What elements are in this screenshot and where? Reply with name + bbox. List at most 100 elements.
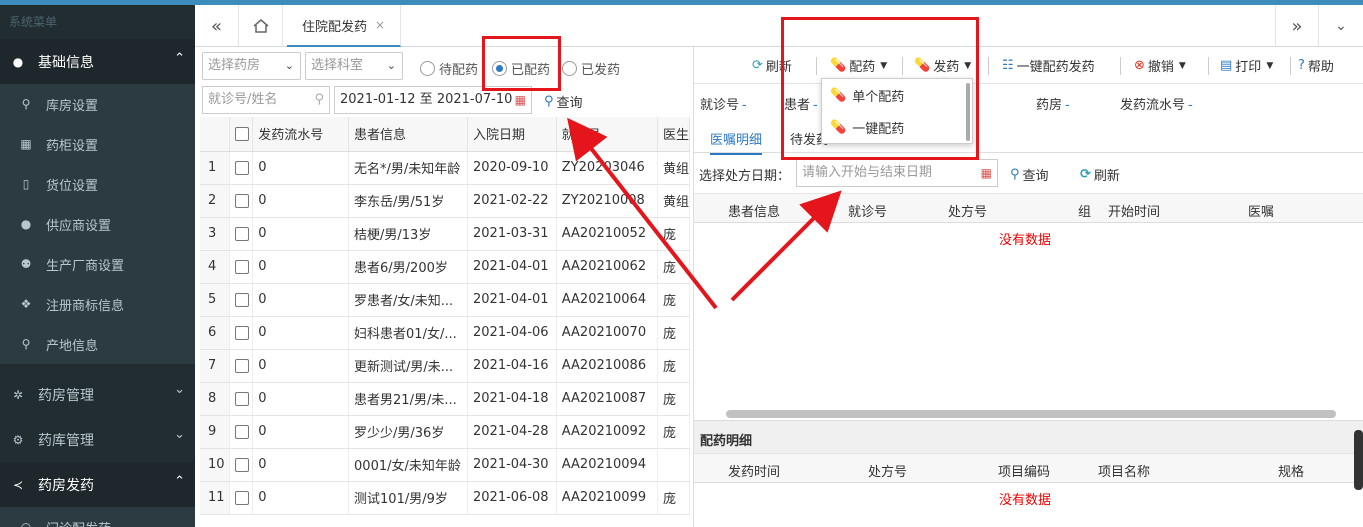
table-row[interactable]: 1 0 无名*/男/未知年龄 2020-09-10 ZY20203046 黄组 <box>200 151 691 185</box>
row-number: 2 <box>200 184 230 218</box>
tab-inpatient-dispensing[interactable]: 住院配发药 × <box>287 5 401 47</box>
horizontal-scrollbar[interactable] <box>726 410 1336 418</box>
row-checkbox[interactable] <box>229 415 254 449</box>
table-row[interactable]: 11 0 测试101/男/9岁 2021-06-08 AA20210099 庞 <box>200 481 691 515</box>
row-checkbox[interactable] <box>229 283 254 317</box>
column-header[interactable]: 入院日期 <box>467 117 557 152</box>
search-input[interactable]: 就诊号/姓名 ⚲ <box>202 86 330 114</box>
sidebar-group-warehouse-mgmt[interactable]: ⚙ 药库管理 ⌄ <box>0 417 195 462</box>
detail-panel: ⟳ 刷新 💊 配药 ▼ 💊 发药 ▼ ☷ 一键配药发药 ⊗ 撤销 ▼ ▤ 打印 <box>693 47 1363 527</box>
checkbox[interactable] <box>234 490 249 505</box>
table-row[interactable]: 3 0 桔梗/男/13岁 2021-03-31 AA20210052 庞 <box>200 217 691 251</box>
column-header[interactable]: 就诊号 <box>556 117 658 152</box>
table-row[interactable]: 2 0 李东岳/男/51岁 2021-02-22 ZY20210008 黄组 <box>200 184 691 218</box>
column-header[interactable]: 患者信息 <box>728 201 780 220</box>
column-header[interactable]: 发药流水号 <box>252 117 350 152</box>
sidebar-group-basic-info[interactable]: ● 基础信息 ⌃ <box>0 39 195 84</box>
department-select[interactable]: 选择科室 ⌄ <box>305 52 403 80</box>
sidebar-group-pharmacy-mgmt[interactable]: ✲ 药房管理 ⌄ <box>0 372 195 417</box>
query-button[interactable]: ⚲ 查询 <box>544 92 583 111</box>
column-header[interactable]: 开始时间 <box>1108 201 1160 220</box>
menu-item-single-prepare[interactable]: 💊 单个配药 <box>822 79 972 111</box>
checkbox[interactable] <box>234 391 249 406</box>
prescription-query-button[interactable]: ⚲ 查询 <box>1010 165 1049 184</box>
tabs-menu-button[interactable]: ⌄ <box>1319 5 1363 47</box>
row-checkbox[interactable] <box>229 184 254 218</box>
prepare-dropdown-button[interactable]: 💊 配药 ▼ <box>830 56 887 75</box>
table-row[interactable]: 8 0 患者男21/男/未... 2021-04-18 AA20210087 庞 <box>200 382 691 416</box>
checkbox[interactable] <box>234 292 249 307</box>
sidebar-item-origin[interactable]: ⚲ 产地信息 <box>0 324 195 364</box>
page-scrollbar[interactable] <box>1354 430 1363 490</box>
column-header[interactable]: 项目编码 <box>998 461 1050 480</box>
help-button[interactable]: ? 帮助 <box>1298 56 1334 75</box>
row-checkbox[interactable] <box>229 382 254 416</box>
column-header[interactable]: 医生 <box>657 117 691 152</box>
column-header[interactable]: 发药时间 <box>728 461 780 480</box>
column-header[interactable]: 处方号 <box>868 461 907 480</box>
info-pharmacy: 药房 - <box>1036 94 1070 113</box>
sidebar-item-supplier[interactable]: ● 供应商设置 <box>0 204 195 244</box>
column-header[interactable]: 项目名称 <box>1098 461 1150 480</box>
checkbox[interactable] <box>234 358 249 373</box>
menu-scrollbar[interactable] <box>966 83 970 141</box>
column-header[interactable]: 就诊号 <box>848 201 887 220</box>
row-checkbox[interactable] <box>229 217 254 251</box>
radio-prepared[interactable]: 已配药 <box>492 59 550 78</box>
visit-no-cell: AA20210064 <box>556 283 658 317</box>
row-checkbox[interactable] <box>229 481 254 515</box>
checkbox[interactable] <box>234 424 249 439</box>
sidebar-group-dispensing[interactable]: ≺ 药房发药 ⌃ <box>0 462 195 507</box>
sidebar-item-trademark[interactable]: ❖ 注册商标信息 <box>0 284 195 324</box>
column-header[interactable]: 处方号 <box>948 201 987 220</box>
table-row[interactable]: 10 0 0001/女/未知年龄 2021-04-30 AA20210094 <box>200 448 691 482</box>
prescription-date-input[interactable]: 请输入开始与结束日期 ▦ <box>796 159 998 187</box>
select-all-checkbox[interactable] <box>229 117 254 152</box>
date-range-input[interactable]: 2021-01-12 至 2021-07-10 ▦ <box>334 86 532 114</box>
tabs-prev-button[interactable]: « <box>195 5 239 47</box>
admission-date-cell: 2021-04-30 <box>467 448 557 482</box>
table-row[interactable]: 5 0 罗患者/女/未知... 2021-04-01 AA20210064 庞 <box>200 283 691 317</box>
row-checkbox[interactable] <box>229 316 254 350</box>
pharmacy-select[interactable]: 选择药房 ⌄ <box>202 52 301 80</box>
checkbox[interactable] <box>234 226 249 241</box>
sidebar-item-manufacturer[interactable]: ⚉ 生产厂商设置 <box>0 244 195 284</box>
close-icon[interactable]: × <box>375 18 385 32</box>
tabs-next-button[interactable]: » <box>1275 5 1319 47</box>
column-header[interactable]: 规格 <box>1278 461 1304 480</box>
row-checkbox[interactable] <box>229 448 254 482</box>
undo-dropdown-button[interactable]: ⊗ 撤销 ▼ <box>1134 56 1186 75</box>
checkbox[interactable] <box>234 325 249 340</box>
radio-pending[interactable]: 待配药 <box>420 59 478 78</box>
checkbox[interactable] <box>234 160 249 175</box>
row-checkbox[interactable] <box>229 250 254 284</box>
home-button[interactable] <box>239 5 283 47</box>
sidebar-item-warehouse[interactable]: ⚲ 库房设置 <box>0 84 195 124</box>
table-row[interactable]: 9 0 罗少少/男/36岁 2021-04-28 AA20210092 庞 <box>200 415 691 449</box>
dispense-dropdown-button[interactable]: 💊 发药 ▼ <box>914 56 971 75</box>
column-header[interactable]: 医嘱 <box>1248 201 1274 220</box>
prescription-refresh-button[interactable]: ⟳ 刷新 <box>1080 165 1120 184</box>
table-row[interactable]: 6 0 妇科患者01/女/... 2021-04-06 AA20210070 庞 <box>200 316 691 350</box>
tab-orders[interactable]: 医嘱明细 <box>710 129 763 155</box>
info-serial-no: 发药流水号 - <box>1120 94 1193 113</box>
table-row[interactable]: 4 0 患者6/男/200岁 2021-04-01 AA20210062 庞 <box>200 250 691 284</box>
row-checkbox[interactable] <box>229 349 254 383</box>
sidebar-item-cabinet[interactable]: ▦ 药柜设置 <box>0 124 195 164</box>
one-click-button[interactable]: ☷ 一键配药发药 <box>1002 56 1095 75</box>
sidebar-item-outpatient[interactable]: ○ 门诊配发药 <box>0 507 195 527</box>
menu-item-one-click-prepare[interactable]: 💊 一键配药 <box>822 111 972 143</box>
table-row[interactable]: 7 0 更新测试/男/未... 2021-04-16 AA20210086 庞 <box>200 349 691 383</box>
checkbox[interactable] <box>234 259 249 274</box>
column-header[interactable]: 组 <box>1078 201 1091 220</box>
refresh-button[interactable]: ⟳ 刷新 <box>752 56 792 75</box>
checkbox[interactable] <box>234 457 249 472</box>
checkbox[interactable] <box>234 126 249 141</box>
column-header[interactable]: 患者信息 <box>348 117 468 152</box>
radio-dispensed[interactable]: 已发药 <box>562 59 620 78</box>
row-checkbox[interactable] <box>229 151 254 185</box>
sidebar-item-location[interactable]: ▯ 货位设置 <box>0 164 195 204</box>
checkbox[interactable] <box>234 193 249 208</box>
print-dropdown-button[interactable]: ▤ 打印 ▼ <box>1220 56 1273 75</box>
patient-cell: 患者6/男/200岁 <box>348 250 468 284</box>
